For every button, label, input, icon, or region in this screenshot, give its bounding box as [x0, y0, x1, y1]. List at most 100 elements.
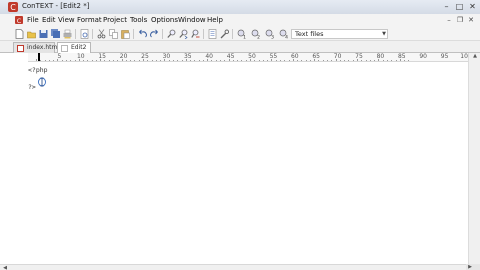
ruler-tick: [134, 60, 136, 61]
copy-icon[interactable]: [109, 29, 118, 39]
print-icon[interactable]: [63, 29, 72, 39]
ruler-tick: [87, 60, 89, 61]
ruler-tick: [194, 60, 196, 61]
document-icon[interactable]: C: [15, 16, 23, 24]
minimize-button[interactable]: –: [440, 1, 453, 12]
toolbar-separator: [133, 29, 134, 39]
ruler-tick: [211, 60, 213, 61]
ruler-tick: [151, 60, 153, 61]
tools-icon[interactable]: [220, 29, 229, 39]
ruler-tick: [224, 60, 226, 61]
ruler-tick: [335, 59, 337, 61]
context-app-icon[interactable]: C: [8, 2, 18, 12]
macro-4-icon[interactable]: 4: [279, 29, 288, 39]
document-close-button[interactable]: ✕: [466, 15, 476, 25]
ruler-tick: [100, 59, 102, 61]
code-line-2[interactable]: ?>: [28, 83, 36, 91]
vertical-scrollbar[interactable]: ▲: [468, 53, 480, 264]
undo-icon[interactable]: [138, 29, 147, 39]
ruler-tick: [292, 59, 294, 61]
ruler-tick: [160, 60, 162, 61]
ruler-tick: [357, 59, 358, 61]
toolbar: 1 2 3 4 Text files ▼: [0, 27, 480, 41]
document-minimize-button[interactable]: –: [444, 15, 454, 25]
tab-label: index.html: [27, 44, 59, 51]
chevron-down-icon[interactable]: ▼: [382, 30, 386, 38]
document-restore-button[interactable]: ❐: [455, 15, 465, 25]
ruler-tick: [130, 60, 132, 61]
open-folder-icon[interactable]: [27, 29, 36, 39]
ruler-tick: [352, 60, 354, 61]
ruler-tick: [104, 60, 106, 61]
macro-1-icon[interactable]: 1: [237, 29, 246, 39]
svg-text:C: C: [10, 3, 16, 12]
ruler-tick: [408, 60, 410, 61]
ruler-tick: [172, 60, 174, 61]
scroll-left-icon[interactable]: ◀: [1, 265, 9, 270]
scroll-up-icon[interactable]: ▲: [471, 53, 479, 59]
text-cursor-icon: [38, 77, 46, 87]
tab-index-html[interactable]: index.html: [13, 42, 59, 53]
ruler-tick: [258, 60, 260, 61]
scrollbar-corner: ▶: [466, 264, 480, 270]
menu-format[interactable]: Format: [77, 15, 102, 26]
menu-options[interactable]: Options: [151, 15, 178, 26]
ruler-tick: [232, 60, 234, 61]
menu-window[interactable]: Window: [178, 15, 206, 26]
title-bar: C ConTEXT - [Edit2 *] – □ ✕: [0, 0, 480, 14]
svg-text:3: 3: [271, 35, 274, 40]
menu-bar: C File Edit View Format Project Tools Op…: [0, 14, 480, 27]
save-icon[interactable]: [39, 29, 48, 39]
menu-edit[interactable]: Edit: [42, 15, 56, 26]
macro-2-icon[interactable]: 2: [251, 29, 260, 39]
menu-project[interactable]: Project: [103, 15, 127, 26]
print-preview-icon[interactable]: [80, 29, 89, 39]
svg-text:2: 2: [257, 35, 260, 40]
ruler-tick: [113, 60, 115, 61]
horizontal-scrollbar[interactable]: ◀: [0, 264, 468, 270]
menu-view[interactable]: View: [58, 15, 75, 26]
ruler-tick: [228, 59, 230, 61]
file-type-select[interactable]: Text files ▼: [291, 29, 388, 39]
find-next-icon[interactable]: [179, 29, 188, 39]
toolbar-separator: [162, 29, 163, 39]
column-ruler: 5 10 15 20 25 30 35 40 45 50 55 60 65 70 75 80 85 90 95 100: [28, 53, 472, 62]
new-file-icon[interactable]: [15, 29, 24, 39]
ruler-tick: [241, 60, 243, 61]
ruler-tick: [185, 59, 187, 61]
replace-icon[interactable]: [191, 29, 200, 39]
close-button[interactable]: ✕: [466, 1, 479, 12]
ruler-tick: [327, 60, 329, 61]
bookmark-icon[interactable]: [208, 29, 217, 39]
ruler-tick: [95, 60, 97, 61]
ruler-tick: [271, 59, 273, 61]
window-title: ConTEXT - [Edit2 *]: [22, 2, 90, 10]
macro-3-icon[interactable]: 3: [265, 29, 274, 39]
ruler-tick: [369, 60, 371, 61]
editor-area[interactable]: <?php ?>: [28, 63, 468, 264]
cut-icon[interactable]: [97, 29, 106, 39]
redo-icon[interactable]: [150, 29, 159, 39]
ruler-tick: [275, 60, 277, 61]
save-all-icon[interactable]: [51, 29, 60, 39]
ruler-tick: [44, 60, 46, 61]
menu-help[interactable]: Help: [207, 15, 223, 26]
code-line-1[interactable]: <?php: [28, 66, 48, 74]
menu-tools[interactable]: Tools: [130, 15, 147, 26]
ruler-tick: [382, 60, 384, 61]
paste-icon[interactable]: [121, 29, 130, 39]
ruler-tick: [48, 60, 50, 61]
ruler-tick: [36, 59, 37, 61]
find-icon[interactable]: [167, 29, 176, 39]
maximize-button[interactable]: □: [453, 1, 466, 12]
menu-file[interactable]: File: [27, 15, 39, 26]
ruler-tick: [220, 60, 222, 61]
ruler-label: 95: [440, 53, 449, 60]
ruler-tick: [40, 60, 42, 61]
ruler-tick: [143, 59, 144, 61]
ruler-tick: [168, 60, 170, 61]
scroll-right-icon[interactable]: ▶: [466, 264, 474, 270]
ruler-tick: [164, 59, 166, 61]
ruler-tick: [262, 60, 264, 61]
ruler-tick: [344, 60, 346, 61]
